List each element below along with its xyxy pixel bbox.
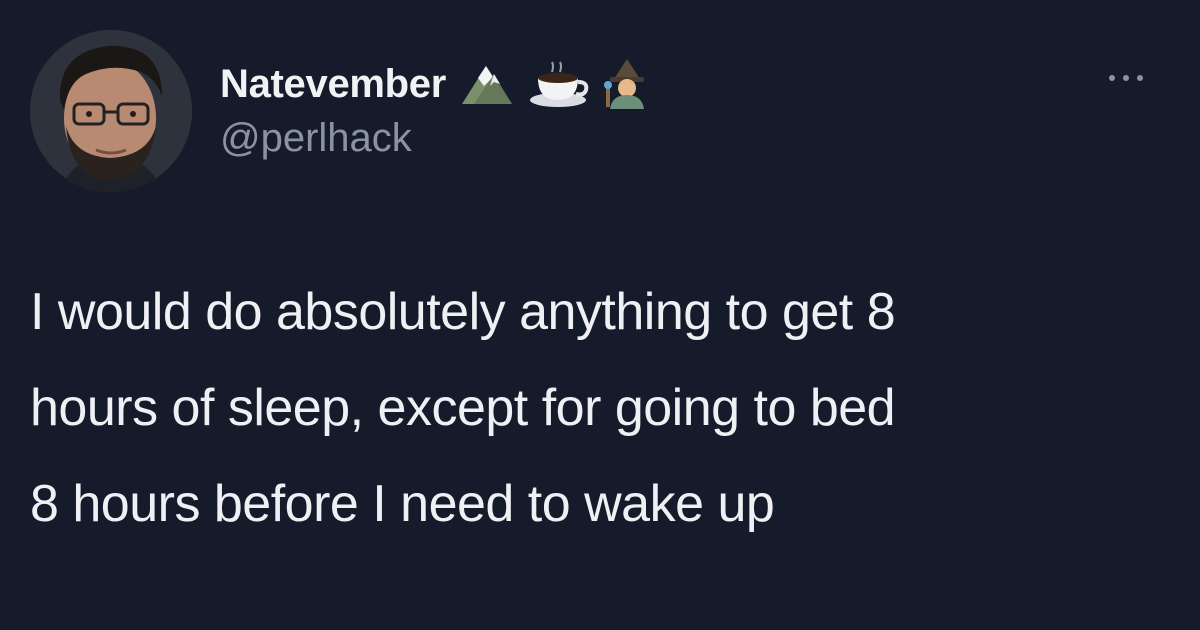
tweet-text: I would do absolutely anything to get 8 … bbox=[30, 264, 1180, 552]
tweet-card: Natevember @perlhack I would do absolute… bbox=[0, 0, 1200, 630]
display-name-row: Natevember bbox=[220, 58, 650, 110]
user-handle[interactable]: @perlhack bbox=[220, 116, 412, 161]
avatar[interactable] bbox=[30, 30, 192, 192]
mage-icon bbox=[604, 59, 650, 109]
ellipsis-dot bbox=[1123, 75, 1129, 81]
tweet-text-line: I would do absolutely anything to get 8 bbox=[30, 283, 896, 341]
avatar-portrait-icon bbox=[30, 30, 192, 192]
ellipsis-dot bbox=[1137, 75, 1143, 81]
tweet-text-line: hours of sleep, except for going to bed bbox=[30, 379, 896, 437]
mountain-icon bbox=[460, 62, 514, 106]
ellipsis-icon[interactable] bbox=[1096, 66, 1156, 90]
ellipsis-dot bbox=[1109, 75, 1115, 81]
display-name[interactable]: Natevember bbox=[220, 62, 446, 107]
tweet-text-line: 8 hours before I need to wake up bbox=[30, 475, 775, 533]
coffee-icon bbox=[528, 60, 590, 108]
